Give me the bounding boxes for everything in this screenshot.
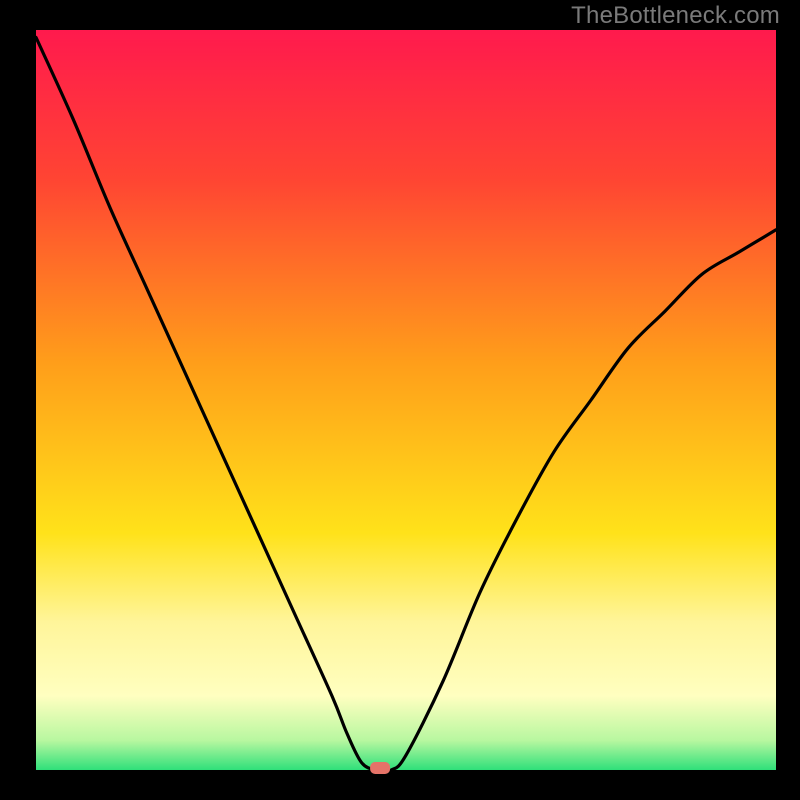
gradient-background: [36, 30, 776, 770]
watermark-text: TheBottleneck.com: [571, 2, 780, 30]
chart-frame: TheBottleneck.com: [0, 0, 800, 800]
optimal-point-marker: [370, 762, 390, 774]
bottleneck-chart: [0, 0, 800, 800]
